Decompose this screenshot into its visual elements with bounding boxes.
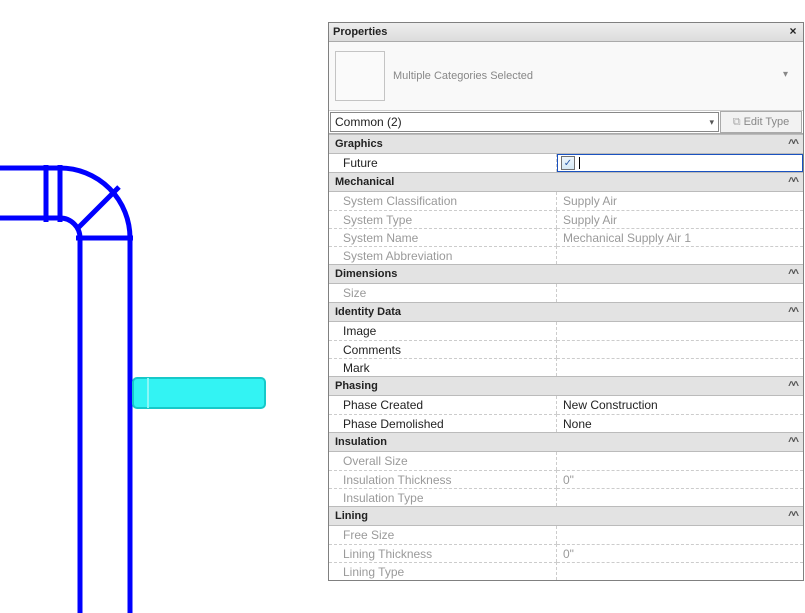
section-header-identity[interactable]: Identity Data ^^: [329, 302, 803, 322]
collapse-icon[interactable]: ^^: [788, 380, 797, 392]
row-phase-created[interactable]: Phase Created New Construction: [329, 396, 803, 414]
row-ins-thick: Insulation Thickness 0": [329, 470, 803, 488]
edit-type-label: Edit Type: [744, 116, 790, 128]
edit-type-icon: ⧉: [733, 116, 741, 129]
collapse-icon[interactable]: ^^: [788, 306, 797, 318]
row-ins-type: Insulation Type: [329, 488, 803, 506]
panel-title: Properties: [333, 26, 787, 38]
text-caret: [579, 157, 580, 169]
row-future[interactable]: Future: [329, 154, 803, 172]
filter-dropdown[interactable]: Common (2) ▾: [330, 112, 719, 132]
close-icon[interactable]: ×: [787, 26, 799, 38]
row-sys-name: System Name Mechanical Supply Air 1: [329, 228, 803, 246]
label-future: Future: [329, 154, 557, 172]
drawing-canvas[interactable]: [0, 0, 328, 613]
edit-type-button[interactable]: ⧉ Edit Type: [720, 111, 802, 133]
panel-titlebar[interactable]: Properties ×: [329, 23, 803, 42]
row-sys-abbr: System Abbreviation: [329, 246, 803, 264]
row-sys-type: System Type Supply Air: [329, 210, 803, 228]
row-sys-class: System Classification Supply Air: [329, 192, 803, 210]
future-editor[interactable]: [557, 154, 803, 172]
row-ins-overall: Overall Size: [329, 452, 803, 470]
future-checkbox[interactable]: [561, 156, 575, 170]
section-header-lining[interactable]: Lining ^^: [329, 506, 803, 526]
section-header-insulation[interactable]: Insulation ^^: [329, 432, 803, 452]
section-header-dimensions[interactable]: Dimensions ^^: [329, 264, 803, 284]
section-header-phasing[interactable]: Phasing ^^: [329, 376, 803, 396]
filter-row: Common (2) ▾ ⧉ Edit Type: [329, 111, 803, 134]
row-lin-thick: Lining Thickness 0": [329, 544, 803, 562]
collapse-icon[interactable]: ^^: [788, 138, 797, 150]
row-phase-demolished[interactable]: Phase Demolished None: [329, 414, 803, 432]
type-selector-label: Multiple Categories Selected: [393, 70, 775, 82]
row-image[interactable]: Image: [329, 322, 803, 340]
row-mark[interactable]: Mark: [329, 358, 803, 376]
property-grid: Graphics ^^ Future Mechanical ^^ System …: [329, 134, 803, 580]
row-comments[interactable]: Comments: [329, 340, 803, 358]
properties-panel: Properties × Multiple Categories Selecte…: [328, 22, 804, 581]
filter-selected: Common (2): [335, 115, 402, 129]
type-selector[interactable]: Multiple Categories Selected ▾: [329, 42, 803, 111]
section-header-mechanical[interactable]: Mechanical ^^: [329, 172, 803, 192]
collapse-icon[interactable]: ^^: [788, 510, 797, 522]
section-header-graphics[interactable]: Graphics ^^: [329, 134, 803, 154]
collapse-icon[interactable]: ^^: [788, 436, 797, 448]
collapse-icon[interactable]: ^^: [788, 268, 797, 280]
row-lin-free: Free Size: [329, 526, 803, 544]
type-thumbnail: [335, 51, 385, 101]
collapse-icon[interactable]: ^^: [788, 176, 797, 188]
chevron-down-icon: ▾: [709, 117, 714, 128]
chevron-down-icon[interactable]: ▾: [783, 69, 797, 83]
row-size: Size: [329, 284, 803, 302]
row-lin-type: Lining Type: [329, 562, 803, 580]
